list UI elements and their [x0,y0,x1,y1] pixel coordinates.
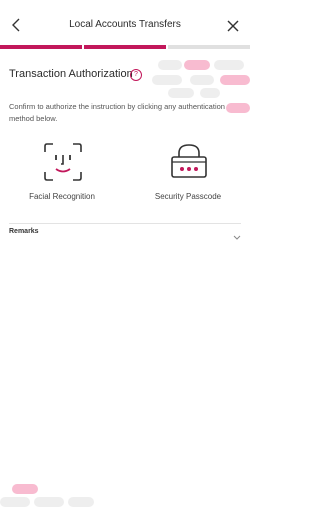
security-passcode-option[interactable]: Security Passcode [138,142,238,210]
remarks-label: Remarks [9,228,39,235]
close-icon [227,20,239,32]
facial-recognition-label: Facial Recognition [29,192,95,201]
auth-description: Confirm to authorize the instruction by … [9,102,225,123]
progress-step-2 [84,45,166,49]
help-icon[interactable]: ? [130,69,142,81]
step-progress [0,45,250,49]
progress-step-1 [0,45,82,49]
chevron-down-icon [233,228,241,246]
face-recognition-icon [44,143,82,181]
passcode-lock-icon [171,144,207,178]
progress-step-3 [168,45,250,49]
security-passcode-label: Security Passcode [154,192,222,201]
section-title: Transaction Authorization [9,68,133,80]
header: Local Accounts Transfers [0,0,250,46]
page-title: Local Accounts Transfers [69,19,181,30]
close-button[interactable] [226,19,240,33]
facial-recognition-option[interactable]: Facial Recognition [12,142,112,210]
remarks-toggle[interactable]: Remarks [9,224,241,242]
